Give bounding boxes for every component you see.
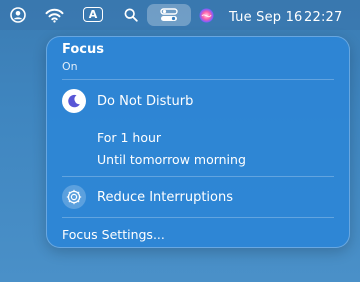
option-until-tomorrow[interactable]: Until tomorrow morning (97, 152, 246, 167)
input-source-icon[interactable]: A (83, 7, 103, 22)
reduce-interruptions-icon[interactable] (62, 185, 86, 209)
moon-icon[interactable] (62, 89, 86, 113)
divider (62, 176, 334, 177)
reduce-interruptions-item[interactable]: Reduce Interruptions (97, 190, 233, 205)
focus-status: On (62, 60, 78, 73)
divider (62, 217, 334, 218)
input-source-label: A (88, 8, 98, 21)
menubar-time[interactable]: 22:27 (304, 6, 342, 28)
control-center-icon (160, 8, 178, 21)
divider (62, 79, 334, 80)
menubar-date[interactable]: Tue Sep 16 (229, 6, 303, 28)
focus-panel: Focus On Do Not Disturb For 1 hour Until… (46, 36, 350, 248)
wifi-icon[interactable] (43, 4, 65, 26)
menu-bar: A Tue Sep 16 22:27 (0, 0, 360, 30)
option-for-1-hour[interactable]: For 1 hour (97, 130, 161, 145)
dnd-item[interactable]: Do Not Disturb (97, 94, 193, 109)
siri-icon[interactable] (197, 4, 215, 26)
focus-title: Focus (62, 42, 104, 57)
user-circle-icon[interactable] (8, 4, 28, 26)
focus-settings-link[interactable]: Focus Settings... (62, 227, 165, 242)
control-center-button[interactable] (147, 4, 191, 26)
search-icon[interactable] (122, 4, 140, 26)
